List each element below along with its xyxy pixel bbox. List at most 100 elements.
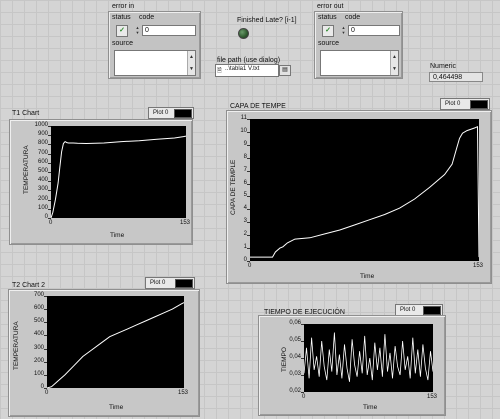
error-in-status-label: status [112,14,131,21]
t1-y-tick-label: 700 [37,149,48,156]
tiempo-chart-legend-label: Plot 0 [400,307,416,313]
tiempo-y-tick-mark [301,341,304,342]
capa-y-tick-mark [247,222,250,224]
tiempo-chart-panel: 0,02 0,03 0,04 0,05 0,06 0 153 TIEMPO Time [258,315,446,416]
capa-series-line [250,125,479,258]
capa-y-tick-mark [247,235,250,237]
error-out-status-label: status [318,14,337,21]
file-path-field[interactable]: ..\tabla1 V.txt [225,66,259,72]
capa-y-tick-label: 9 [243,140,247,147]
t2-y-tick-mark [44,361,47,363]
t1-y-tick-label: 100 [37,204,48,211]
t2-y-tick-mark [44,322,47,324]
error-in-source-label: source [112,40,134,47]
error-out-source-field: ▲ ▼ [320,50,399,76]
tiempo-series-line [304,332,433,382]
t1-chart-panel: 0 100 200 300 400 500 600 700 800 900 1000 0 153 TE… [9,119,193,245]
t1-y-tick-label: 200 [37,195,48,202]
t1-y-tick-mark [48,153,51,155]
t2-chart-legend[interactable]: Plot 0 [145,277,195,289]
t1-y-tick-mark [48,172,51,173]
capa-y-tick-label: 5 [243,192,247,199]
t2-x-tick-label: 0 [45,390,49,396]
error-in-code-spinner[interactable]: ▲ ▼ [135,25,140,35]
tiempo-y-tick-label: 0,05 [289,337,301,343]
capa-y-tick-mark [247,144,250,146]
error-out-code-label: code [345,14,361,21]
t2-y-tick-label: 200 [33,357,44,364]
capa-chart-legend[interactable]: Plot 0 [440,98,490,110]
t1-y-tick-label: 400 [37,177,48,184]
capa-y-tick-mark [247,248,250,250]
capa-y-tick-mark [247,119,250,120]
t2-chart-panel: 0 100 200 300 400 500 600 700 0 153 TEMPERATURA … [8,289,200,417]
tiempo-y-tick-mark [301,358,304,359]
capa-legend-swatch [470,100,488,109]
t2-chart-title: T2 Chart 2 [12,282,46,289]
file-path-control: 🗎 ..\tabla1 V.txt [215,64,279,77]
capa-y-tick-label: 6 [243,179,247,186]
error-out-source-scrollbar[interactable]: ▲ ▼ [390,51,398,75]
t1-chart-legend-label: Plot 0 [153,110,169,116]
capa-y-tick-mark [247,261,250,262]
capa-y-tick-label: 11 [240,115,247,121]
error-in-code-label: code [139,14,155,21]
t1-y-tick-mark [48,162,51,164]
capa-x-tick-label: 0 [248,263,252,269]
error-in-source-field[interactable]: ▲ ▼ [114,50,196,76]
capa-y-tick-mark [247,131,250,133]
tiempo-y-axis-label: TIEMPO [281,347,288,372]
t1-x-tick-label: 0 [49,220,53,226]
t1-y-tick-label: 300 [37,186,48,193]
t2-y-tick-label: 400 [33,331,44,338]
capa-y-axis-label: CAPA DE TEMPLE [230,159,237,215]
t1-x-tick-label: 153 [180,220,191,226]
numeric-label: Numeric [430,63,457,70]
tiempo-plot-area[interactable] [304,324,433,392]
t1-y-tick-mark [48,126,51,127]
capa-x-axis-label: Time [360,273,375,280]
browse-button[interactable]: ▤ [279,65,291,76]
t1-chart-title: T1 Chart [12,110,40,117]
capa-y-tick-label: 3 [243,218,247,225]
t1-legend-swatch [174,109,192,118]
tiempo-y-tick-mark [301,392,304,393]
error-in-status-indicator[interactable]: ✓ [116,25,128,37]
tiempo-y-tick-label: 0,02 [289,388,301,394]
numeric-indicator: 0,464498 [429,72,483,82]
t1-y-tick-label: 500 [37,168,48,174]
capa-y-tick-label: 2 [243,231,247,238]
t1-y-tick-label: 0 [44,214,48,220]
t2-y-tick-mark [44,348,47,350]
capa-chart-title: CAPA DE TEMPE [230,103,286,110]
error-out-status-indicator: ✓ [322,25,334,37]
capa-chart-panel: 0 1 2 3 4 5 6 7 8 9 10 11 0 153 CAPA DE TEMPLE Time [226,110,492,284]
t1-y-tick-label: 1000 [34,122,48,128]
tiempo-y-tick-mark [301,375,304,376]
t2-legend-swatch [175,279,193,288]
t1-y-tick-label: 800 [37,140,48,147]
finished-late-label: Finished Late? [i-1] [237,17,297,24]
capa-y-tick-label: 0 [243,257,247,263]
finished-late-led [238,28,249,39]
capa-y-tick-mark [247,157,250,159]
t2-plot-area[interactable] [47,296,184,388]
t1-y-tick-mark [48,135,51,137]
error-in-title: error in [112,3,135,10]
capa-plot-area[interactable] [250,119,479,261]
tiempo-y-tick-mark [301,324,304,325]
file-path-icon: 🗎 [217,68,222,74]
tiempo-x-axis-label: Time [363,404,378,411]
tiempo-legend-swatch [423,306,441,315]
error-in-code-field[interactable]: 0 [142,25,196,36]
t1-chart-legend[interactable]: Plot 0 [148,107,194,119]
capa-y-tick-mark [247,196,250,198]
capa-y-tick-label: 7 [243,166,247,173]
t2-y-tick-label: 700 [33,292,44,298]
t1-plot-area[interactable] [51,126,186,218]
error-in-source-scrollbar[interactable]: ▲ ▼ [187,51,195,75]
t1-y-tick-mark [48,181,51,183]
t2-y-tick-label: 600 [33,305,44,312]
t2-x-tick-label: 153 [178,390,189,396]
capa-y-tick-label: 4 [243,205,247,212]
